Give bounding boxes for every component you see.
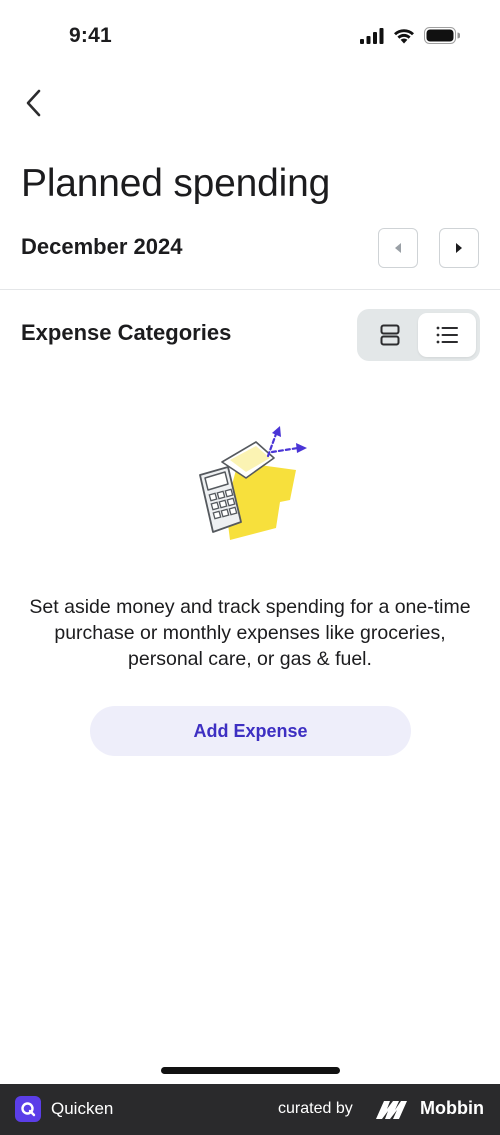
section-title: Expense Categories [21,320,232,345]
view-toggle [357,309,480,361]
mobbin-logo-icon [376,1101,407,1119]
cards-view-icon [380,324,400,346]
previous-month-button[interactable] [378,228,418,268]
triangle-right-icon [456,243,462,253]
page-title: Planned spending [21,162,331,205]
triangle-left-icon [395,243,401,253]
add-expense-button[interactable]: Add Expense [90,706,411,756]
list-view-icon [436,326,458,344]
footer-app-name: Quicken [51,1099,114,1118]
home-indicator [161,1067,340,1074]
cards-view-button[interactable] [361,313,419,357]
wallet-calculator-illustration [199,426,307,540]
month-label: December 2024 [21,234,183,259]
status-time: 9:41 [69,24,112,47]
footer-bar: Quicken curated by Mobbin [0,1084,500,1135]
quicken-logo-icon [15,1096,41,1122]
signal-icon [360,27,384,44]
battery-icon [424,27,460,44]
footer-brand: Mobbin [420,1098,484,1118]
status-icons [360,27,460,44]
empty-state-message: Set aside money and track spending for a… [29,596,471,670]
back-button[interactable] [14,82,54,124]
divider [0,289,500,290]
wifi-icon [394,28,414,43]
next-month-button[interactable] [439,228,479,268]
status-bar: 9:41 [0,0,500,74]
footer-curated-by: curated by [278,1100,353,1117]
chevron-left-icon [26,89,41,117]
list-view-button[interactable] [418,313,476,357]
